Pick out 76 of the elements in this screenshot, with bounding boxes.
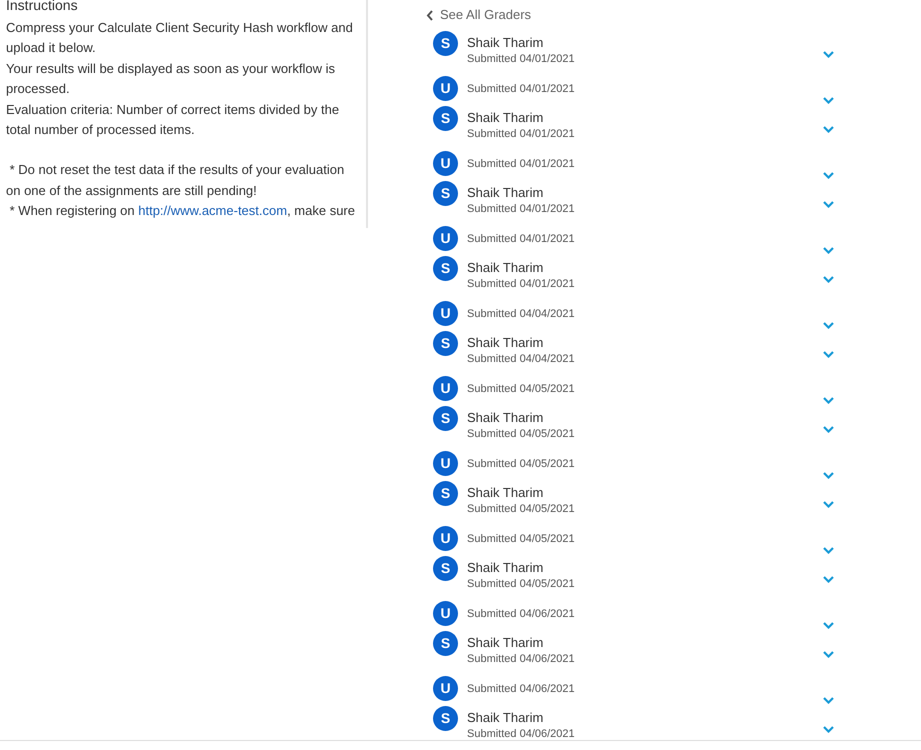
submission-date: Submitted 04/05/2021: [467, 427, 575, 441]
avatar: S: [433, 106, 458, 131]
note-text: * When registering on http://www.acme-test.com, make sure: [8, 202, 356, 220]
chevron-down-icon[interactable]: [823, 397, 834, 404]
chevron-down-icon[interactable]: [823, 172, 834, 179]
avatar: S: [433, 706, 458, 731]
grader-name: Shaik Tharim: [467, 259, 544, 277]
submission-date: Submitted 04/05/2021: [467, 502, 575, 516]
submission-date: Submitted 04/01/2021: [467, 127, 575, 141]
submission-date: Submitted 04/06/2021: [467, 727, 575, 741]
instruction-text: Evaluation criteria: Number of correct items divided by the total number of processed items.: [6, 100, 340, 140]
submission-date: Submitted 04/06/2021: [467, 652, 575, 666]
submission-date: Submitted 04/05/2021: [467, 577, 575, 591]
avatar: S: [433, 556, 458, 581]
back-link[interactable]: See All Graders: [426, 5, 532, 25]
avatar: S: [433, 331, 458, 356]
website-link[interactable]: http://www.acme-test.com: [138, 203, 288, 218]
submission-date: Submitted 04/06/2021: [467, 607, 575, 621]
chevron-down-icon[interactable]: [823, 247, 834, 254]
chevron-down-icon[interactable]: [823, 426, 834, 433]
note-text: * Do not reset the test data if the results of your evaluation on one of the assignments are still pending!: [6, 161, 346, 200]
submission-date: Submitted 04/04/2021: [467, 352, 575, 366]
avatar: U: [433, 601, 458, 626]
avatar: U: [433, 376, 458, 401]
chevron-down-icon[interactable]: [823, 697, 834, 704]
grader-name: Shaik Tharim: [467, 559, 544, 577]
chevron-down-icon[interactable]: [823, 126, 834, 133]
submission-date: Submitted 04/04/2021: [467, 307, 575, 321]
avatar: S: [433, 631, 458, 656]
avatar: U: [433, 301, 458, 326]
chevron-down-icon[interactable]: [823, 576, 834, 583]
avatar: U: [433, 226, 458, 251]
chevron-down-icon[interactable]: [823, 651, 834, 658]
instruction-text: Your results will be displayed as soon as your workflow is processed.: [6, 60, 336, 98]
grader-name: Shaik Tharim: [467, 109, 544, 127]
avatar: U: [433, 676, 458, 701]
grader-name: Shaik Tharim: [467, 634, 544, 652]
chevron-down-icon[interactable]: [823, 201, 834, 208]
grader-name: Shaik Tharim: [467, 334, 544, 352]
section-heading: Instructions: [6, 0, 79, 12]
avatar: U: [433, 526, 458, 551]
submission-date: Submitted 04/01/2021: [467, 232, 575, 246]
submission-date: Submitted 04/01/2021: [467, 202, 575, 216]
chevron-down-icon[interactable]: [823, 622, 834, 629]
submission-date: Submitted 04/01/2021: [467, 52, 575, 66]
chevron-left-icon: [426, 10, 434, 20]
chevron-down-icon[interactable]: [823, 547, 834, 554]
avatar: S: [433, 181, 458, 206]
chevron-down-icon[interactable]: [823, 351, 834, 358]
avatar: S: [433, 481, 458, 506]
submission-date: Submitted 04/05/2021: [467, 457, 575, 471]
avatar: U: [433, 451, 458, 476]
avatar: U: [433, 151, 458, 176]
avatar: U: [433, 76, 458, 101]
chevron-down-icon[interactable]: [823, 726, 834, 733]
avatar: S: [433, 31, 458, 56]
submission-date: Submitted 04/01/2021: [467, 277, 575, 291]
submission-date: Submitted 04/05/2021: [467, 382, 575, 396]
chevron-down-icon[interactable]: [823, 501, 834, 508]
grader-name: Shaik Tharim: [467, 409, 544, 427]
avatar: S: [433, 256, 458, 281]
chevron-down-icon[interactable]: [823, 51, 834, 58]
avatar: S: [433, 406, 458, 431]
chevron-down-icon[interactable]: [823, 97, 834, 104]
chevron-down-icon[interactable]: [823, 276, 834, 283]
grader-name: Shaik Tharim: [467, 184, 544, 202]
submission-date: Submitted 04/05/2021: [467, 532, 575, 546]
submission-date: Submitted 04/01/2021: [467, 82, 575, 96]
grader-name: Shaik Tharim: [467, 34, 544, 52]
submission-date: Submitted 04/01/2021: [467, 157, 575, 171]
chevron-down-icon[interactable]: [823, 472, 834, 479]
chevron-down-icon[interactable]: [823, 322, 834, 329]
submission-date: Submitted 04/06/2021: [467, 682, 575, 696]
instruction-text: Compress your Calculate Client Security Hash workflow and upload it below.: [6, 19, 354, 58]
grader-name: Shaik Tharim: [467, 709, 544, 727]
grader-name: Shaik Tharim: [467, 484, 544, 502]
